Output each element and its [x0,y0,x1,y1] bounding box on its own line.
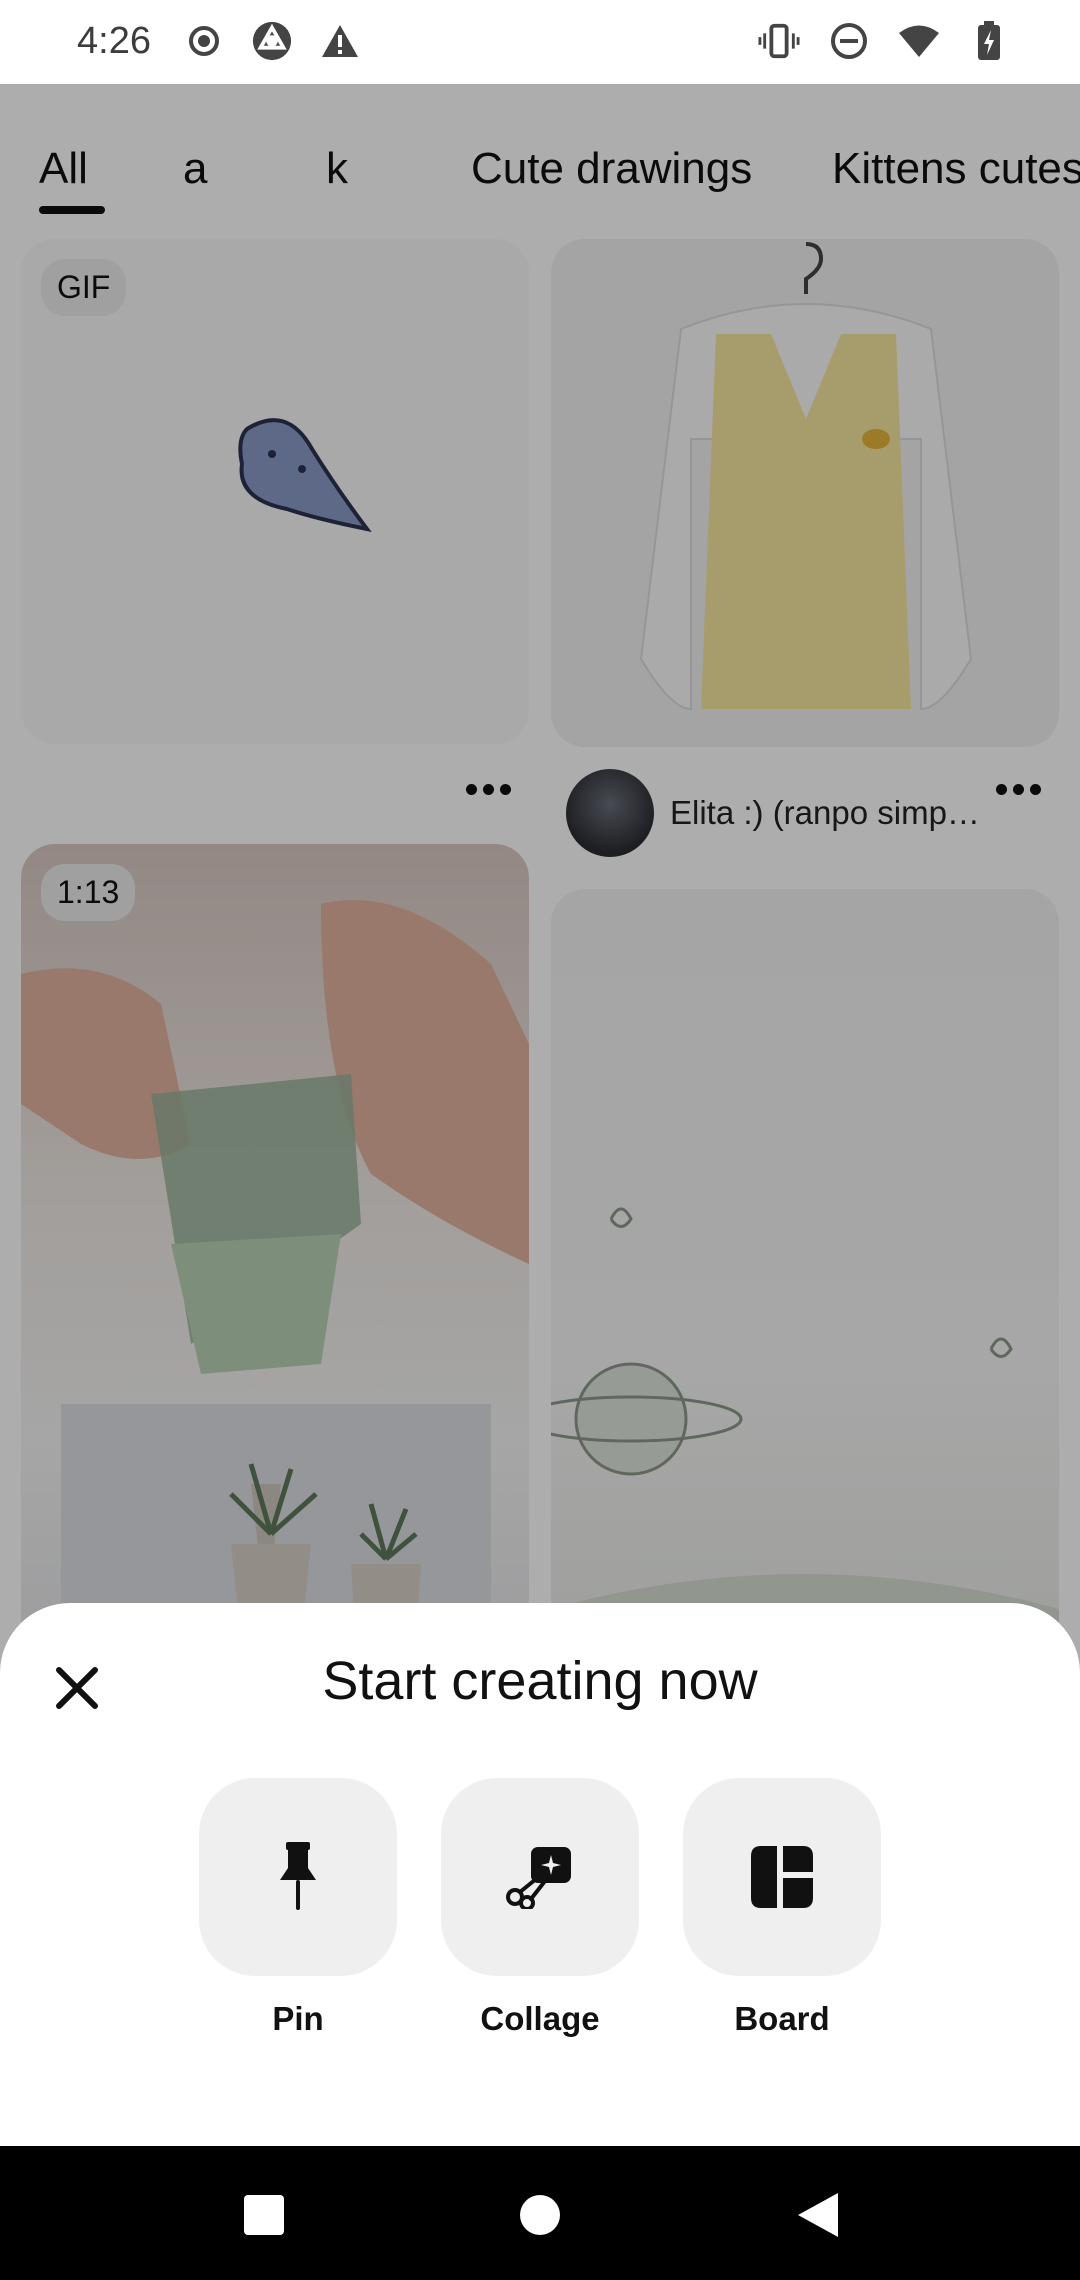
create-board-label: Board [734,2000,830,2037]
create-actions: Pin Collage Board [199,1778,881,2038]
status-bar: 4:26 [0,0,1080,84]
create-pin-tile[interactable] [199,1778,397,1976]
board-grid-icon [751,1846,813,1908]
screen: 4:26 All a k Cute drawings Kittens cutes… [0,0,1080,2280]
warning-icon [319,20,361,62]
create-pin-label: Pin [272,2000,324,2037]
home-button[interactable] [512,2187,568,2243]
create-board-tile[interactable] [683,1778,881,1976]
recents-button[interactable] [236,2187,292,2243]
browser-icon [251,20,293,62]
create-board-button[interactable]: Board [683,1778,881,2038]
create-collage-button[interactable]: Collage [441,1778,639,2038]
do-not-disturb-icon [828,20,870,62]
system-nav-bar [0,2146,1080,2280]
back-icon [798,2193,838,2237]
battery-charging-icon [968,20,1010,62]
create-pin-button[interactable]: Pin [199,1778,397,2038]
status-time: 4:26 [77,20,151,62]
create-collage-label: Collage [480,2000,600,2037]
home-icon [520,2195,560,2235]
collage-scissors-icon [506,1847,571,1909]
back-button[interactable] [790,2187,846,2243]
recents-icon [244,2195,284,2235]
vibrate-icon [758,20,800,62]
create-bottom-sheet: Start creating now Pin Collage Board [0,1603,1080,2146]
sheet-title: Start creating now [322,1651,758,1711]
create-collage-tile[interactable] [441,1778,639,1976]
pushpin-icon [280,1842,316,1910]
wifi-icon [898,20,940,62]
record-icon [183,20,225,62]
